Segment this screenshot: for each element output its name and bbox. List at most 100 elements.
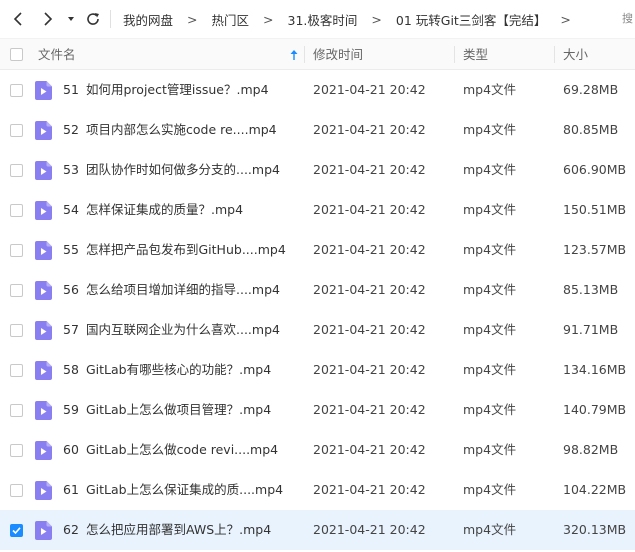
toolbar-divider — [110, 10, 111, 28]
file-modified: 2021-04-21 20:42 — [313, 482, 426, 497]
file-size: 85.13MB — [563, 282, 619, 297]
column-header-size[interactable]: 大小 — [563, 39, 588, 70]
file-type: mp4文件 — [463, 162, 517, 177]
file-type: mp4文件 — [463, 82, 517, 97]
video-file-icon — [35, 81, 52, 100]
breadcrumb-item[interactable]: 我的网盘 — [116, 10, 180, 29]
breadcrumb-trailing-chevron[interactable]: > — [553, 12, 577, 27]
video-file-icon — [35, 441, 52, 460]
file-modified: 2021-04-21 20:42 — [313, 442, 426, 457]
file-modified: 2021-04-21 20:42 — [313, 362, 426, 377]
column-header-modified[interactable]: 修改时间 — [313, 39, 363, 70]
row-checkbox[interactable] — [10, 404, 23, 417]
file-type: mp4文件 — [463, 402, 517, 417]
column-divider[interactable] — [304, 46, 305, 63]
file-name[interactable]: 如何用project管理issue？.mp4 — [86, 70, 269, 110]
file-index: 55 — [63, 242, 79, 257]
file-modified: 2021-04-21 20:42 — [313, 162, 426, 177]
file-type: mp4文件 — [463, 202, 517, 217]
file-type: mp4文件 — [463, 442, 517, 457]
video-file-icon — [35, 161, 52, 180]
file-type: mp4文件 — [463, 522, 517, 537]
file-row[interactable]: 57 国内互联网企业为什么喜欢....mp4 2021-04-21 20:42 mp4… — [0, 310, 635, 350]
file-row[interactable]: 59 GitLab上怎么做项目管理？.mp4 2021-04-21 20:42 mp4… — [0, 390, 635, 430]
file-index: 52 — [63, 122, 79, 137]
row-checkbox[interactable] — [10, 484, 23, 497]
video-file-icon — [35, 241, 52, 260]
column-divider[interactable] — [554, 46, 555, 63]
breadcrumb-item[interactable]: 热门区 — [205, 10, 257, 29]
file-row[interactable]: 60 GitLab上怎么做code revi....mp4 2021-04-21 2… — [0, 430, 635, 470]
file-row[interactable]: 53 团队协作时如何做多分支的....mp4 2021-04-21 20:42 mp4… — [0, 150, 635, 190]
row-checkbox[interactable] — [10, 364, 23, 377]
file-name[interactable]: 怎么给项目增加详细的指导....mp4 — [86, 270, 280, 310]
file-name[interactable]: GitLab上怎么保证集成的质....mp4 — [86, 470, 283, 510]
file-index: 60 — [63, 442, 79, 457]
file-name[interactable]: GitLab有哪些核心的功能？.mp4 — [86, 350, 271, 390]
file-name[interactable]: 国内互联网企业为什么喜欢....mp4 — [86, 310, 280, 350]
file-name[interactable]: 怎样把产品包发布到GitHub....mp4 — [86, 230, 286, 270]
video-file-icon — [35, 481, 52, 500]
row-checkbox[interactable] — [10, 284, 23, 297]
file-row[interactable]: 58 GitLab有哪些核心的功能？.mp4 2021-04-21 20:42 mp4… — [0, 350, 635, 390]
row-checkbox[interactable] — [10, 324, 23, 337]
file-row[interactable]: 56 怎么给项目增加详细的指导....mp4 2021-04-21 20:42 mp4… — [0, 270, 635, 310]
file-index: 54 — [63, 202, 79, 217]
file-list-header: 文件名 修改时间 类型 大小 — [0, 38, 635, 70]
file-index: 61 — [63, 482, 79, 497]
file-name[interactable]: 怎样保证集成的质量？.mp4 — [86, 190, 243, 230]
file-name[interactable]: 团队协作时如何做多分支的....mp4 — [86, 150, 280, 190]
video-file-icon — [35, 201, 52, 220]
file-row[interactable]: 55 怎样把产品包发布到GitHub....mp4 2021-04-21 20:42… — [0, 230, 635, 270]
chevron-right-icon[interactable] — [37, 8, 59, 30]
select-all-checkbox[interactable] — [10, 48, 23, 61]
file-row[interactable]: 61 GitLab上怎么保证集成的质....mp4 2021-04-21 20:42… — [0, 470, 635, 510]
file-name[interactable]: GitLab上怎么做code revi....mp4 — [86, 430, 278, 470]
file-name[interactable]: 怎么把应用部署到AWS上？.mp4 — [86, 510, 271, 550]
file-index: 57 — [63, 322, 79, 337]
breadcrumb-separator: > — [187, 11, 198, 27]
breadcrumb: 我的网盘 > 热门区 > 31.极客时间 > 01 玩转Git三剑客【完结】 > — [116, 0, 578, 38]
row-checkbox[interactable] — [10, 524, 23, 537]
refresh-icon[interactable] — [82, 8, 104, 30]
file-modified: 2021-04-21 20:42 — [313, 122, 426, 137]
column-divider[interactable] — [454, 46, 455, 63]
file-name[interactable]: 项目内部怎么实施code re....mp4 — [86, 110, 277, 150]
search-label[interactable]: 搜 — [622, 10, 635, 28]
video-file-icon — [35, 521, 52, 540]
file-type: mp4文件 — [463, 282, 517, 297]
file-row[interactable]: 62 怎么把应用部署到AWS上？.mp4 2021-04-21 20:42 mp4文件… — [0, 510, 635, 550]
sort-ascending-icon[interactable] — [288, 48, 300, 62]
breadcrumb-item-current[interactable]: 01 玩转Git三剑客【完结】 — [389, 10, 553, 29]
breadcrumb-item[interactable]: 31.极客时间 — [281, 10, 365, 29]
file-size: 320.13MB — [563, 522, 627, 537]
row-checkbox[interactable] — [10, 444, 23, 457]
file-modified: 2021-04-21 20:42 — [313, 522, 426, 537]
file-size: 606.90MB — [563, 162, 627, 177]
caret-down-icon[interactable] — [63, 8, 79, 30]
file-size: 134.16MB — [563, 362, 627, 377]
video-file-icon — [35, 281, 52, 300]
file-type: mp4文件 — [463, 242, 517, 257]
chevron-left-icon[interactable] — [7, 8, 29, 30]
row-checkbox[interactable] — [10, 124, 23, 137]
row-checkbox[interactable] — [10, 204, 23, 217]
file-type: mp4文件 — [463, 482, 517, 497]
file-name[interactable]: GitLab上怎么做项目管理？.mp4 — [86, 390, 271, 430]
file-size: 150.51MB — [563, 202, 627, 217]
column-header-name[interactable]: 文件名 — [38, 39, 76, 70]
file-type: mp4文件 — [463, 122, 517, 137]
column-header-type[interactable]: 类型 — [463, 39, 488, 70]
video-file-icon — [35, 401, 52, 420]
video-file-icon — [35, 321, 52, 340]
video-file-icon — [35, 121, 52, 140]
file-row[interactable]: 52 项目内部怎么实施code re....mp4 2021-04-21 20:42… — [0, 110, 635, 150]
row-checkbox[interactable] — [10, 164, 23, 177]
row-checkbox[interactable] — [10, 84, 23, 97]
file-type: mp4文件 — [463, 362, 517, 377]
file-size: 98.82MB — [563, 442, 619, 457]
file-index: 56 — [63, 282, 79, 297]
file-row[interactable]: 54 怎样保证集成的质量？.mp4 2021-04-21 20:42 mp4文件 150… — [0, 190, 635, 230]
row-checkbox[interactable] — [10, 244, 23, 257]
file-row[interactable]: 51 如何用project管理issue？.mp4 2021-04-21 20:42… — [0, 70, 635, 110]
